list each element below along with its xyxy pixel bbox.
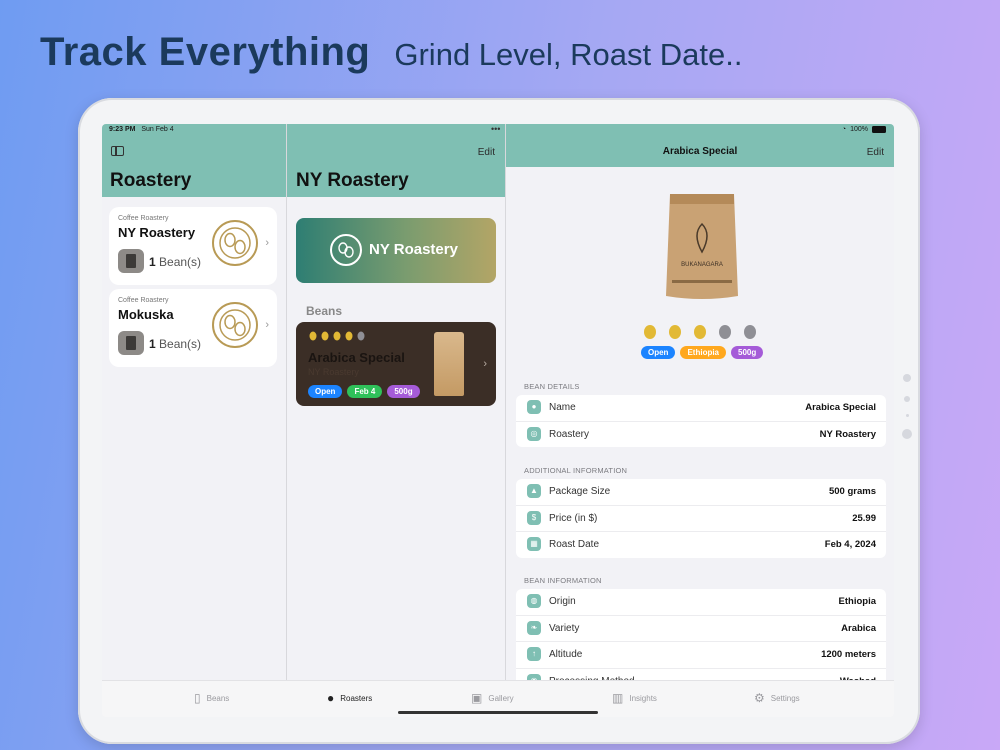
- bean-nav-title: Arabica Special: [662, 146, 738, 157]
- coffee-bean-rating-icon: [309, 331, 365, 341]
- status-time: 9:23 PM: [109, 126, 136, 133]
- bean-count: 1: [149, 337, 156, 351]
- size-pill: 500g: [387, 385, 420, 398]
- tab-insights[interactable]: ▥ Insights: [612, 691, 657, 705]
- edit-button[interactable]: Edit: [867, 147, 884, 158]
- size-pill: 500g: [731, 346, 764, 359]
- bag-icon: ▯: [194, 691, 201, 705]
- sidebar-pane: 9:23 PM Sun Feb 4 Roastery Coffee Roaste…: [102, 124, 287, 717]
- bean-roastery: NY Roastery: [308, 367, 359, 377]
- roastery-card[interactable]: Coffee Roastery Mokuska 1 Bean(s) ›: [109, 289, 277, 367]
- tab-settings[interactable]: ⚙ Settings: [754, 691, 800, 705]
- additional-info-header: ADDITIONAL INFORMATION: [524, 466, 628, 475]
- bean-icon: ●: [527, 400, 541, 414]
- bag-icon: [118, 331, 144, 355]
- roastery-card[interactable]: Coffee Roastery NY Roastery 1 Bean(s) ›: [109, 207, 277, 285]
- sidebar-toggle-icon[interactable]: [111, 146, 124, 156]
- bean-count-label: Bean(s): [159, 337, 202, 351]
- sidebar-navbar: 9:23 PM Sun Feb 4 Roastery: [102, 124, 286, 197]
- chevron-right-icon: ›: [265, 319, 269, 331]
- arrow-up-icon: ↑: [527, 647, 541, 661]
- marketing-subtitle: Grind Level, Roast Date..: [394, 37, 743, 72]
- calendar-icon: ▦: [527, 537, 541, 551]
- multitask-dots[interactable]: •••: [491, 124, 500, 134]
- tab-beans[interactable]: ▯ Beans: [194, 691, 229, 705]
- beans-section-header: Beans: [306, 304, 343, 318]
- detail-row-roastery[interactable]: ◎ Roastery NY Roastery: [516, 422, 886, 448]
- bean-navbar: ◔ 100% Arabica Special Edit: [506, 124, 894, 167]
- detail-row-price[interactable]: $ Price (in $) 25.99: [516, 506, 886, 532]
- roastery-name: NY Roastery: [118, 225, 196, 240]
- bean-name: Arabica Special: [308, 350, 405, 365]
- bean-count-label: Bean(s): [159, 255, 202, 269]
- roastery-name: Mokuska: [118, 307, 174, 322]
- home-indicator: [398, 711, 598, 714]
- detail-row-origin[interactable]: ◍ Origin Ethiopia: [516, 589, 886, 616]
- chevron-right-icon: ›: [483, 358, 487, 370]
- battery-level: 100%: [850, 126, 868, 133]
- banner-title: NY Roastery: [369, 241, 458, 258]
- marketing-title: Track Everything: [40, 30, 371, 74]
- status-date: Sun Feb 4: [141, 126, 174, 133]
- status-pill: Open: [308, 385, 343, 398]
- bean-detail-pane: ◔ 100% Arabica Special Edit BUKANAGARA O…: [506, 124, 894, 717]
- marketing-headline: Track Everything Grind Level, Roast Date…: [40, 30, 742, 75]
- additional-info-group: ▲ Package Size 500 grams $ Price (in $) 25.9…: [516, 479, 886, 558]
- wifi-icon: ◔: [841, 126, 847, 133]
- detail-row-package-size[interactable]: ▲ Package Size 500 grams: [516, 479, 886, 506]
- chart-icon: ▥: [612, 691, 624, 705]
- chevron-right-icon: ›: [265, 237, 269, 249]
- roastery-logo-icon: [330, 234, 362, 266]
- gear-icon: ⚙: [754, 691, 765, 705]
- package-icon: ▲: [527, 484, 541, 498]
- roastery-icon: ◎: [527, 426, 541, 441]
- date-pill: Feb 4: [347, 385, 383, 398]
- tab-roasters[interactable]: ● Roasters: [327, 691, 372, 705]
- bean-info-group: ◍ Origin Ethiopia ❧ Variety Arabica ↑ Altitud…: [516, 589, 886, 694]
- roastery-kind: Coffee Roastery: [118, 297, 169, 304]
- tab-gallery[interactable]: ▣ Gallery: [471, 691, 514, 705]
- leaf-icon: ❧: [527, 620, 541, 635]
- roastery-banner: NY Roastery: [296, 218, 496, 283]
- coffee-bean-icon: ●: [327, 691, 335, 705]
- gallery-icon: ▣: [471, 691, 483, 705]
- roastery-title: NY Roastery: [296, 170, 409, 191]
- status-pill: Open: [641, 346, 676, 359]
- roastery-kind: Coffee Roastery: [118, 215, 169, 222]
- detail-row-name[interactable]: ● Name Arabica Special: [516, 395, 886, 422]
- bag-brand: BUKANAGARA: [681, 262, 723, 268]
- roastery-navbar: ••• Edit NY Roastery: [287, 124, 505, 197]
- roastery-logo-icon: [212, 220, 258, 266]
- bean-details-group: ● Name Arabica Special ◎ Roastery NY Roaster…: [516, 395, 886, 447]
- device-side-buttons: [902, 374, 912, 439]
- roastery-logo-icon: [212, 302, 258, 348]
- bag-icon: [118, 249, 144, 273]
- dollar-icon: $: [527, 510, 541, 525]
- bean-card[interactable]: Arabica Special NY Roastery › Open Feb 4…: [296, 322, 496, 406]
- roastery-pane: ••• Edit NY Roastery NY Roastery Beans A…: [287, 124, 506, 717]
- battery-icon: [872, 126, 886, 133]
- sidebar-title: Roastery: [110, 170, 192, 191]
- bean-rating: [308, 331, 368, 341]
- detail-row-roast-date[interactable]: ▦ Roast Date Feb 4, 2024: [516, 532, 886, 558]
- bean-count: 1: [149, 255, 156, 269]
- origin-pill: Ethiopia: [680, 346, 727, 359]
- bean-bag-image: [434, 332, 464, 396]
- app-screen: 9:23 PM Sun Feb 4 Roastery Coffee Roaste…: [102, 124, 894, 717]
- detail-row-altitude[interactable]: ↑ Altitude 1200 meters: [516, 642, 886, 669]
- coffee-bag-image: BUKANAGARA: [666, 194, 738, 299]
- edit-button[interactable]: Edit: [478, 147, 495, 158]
- tab-bar: ▯ Beans ● Roasters ▣ Gallery ▥ Insights ⚙ Set…: [102, 680, 894, 717]
- bean-details-header: BEAN DETAILS: [524, 382, 580, 391]
- detail-row-variety[interactable]: ❧ Variety Arabica: [516, 616, 886, 642]
- bean-info-header: BEAN INFORMATION: [524, 576, 602, 585]
- coffee-bean-rating-icon: [644, 325, 756, 339]
- globe-icon: ◍: [527, 594, 541, 608]
